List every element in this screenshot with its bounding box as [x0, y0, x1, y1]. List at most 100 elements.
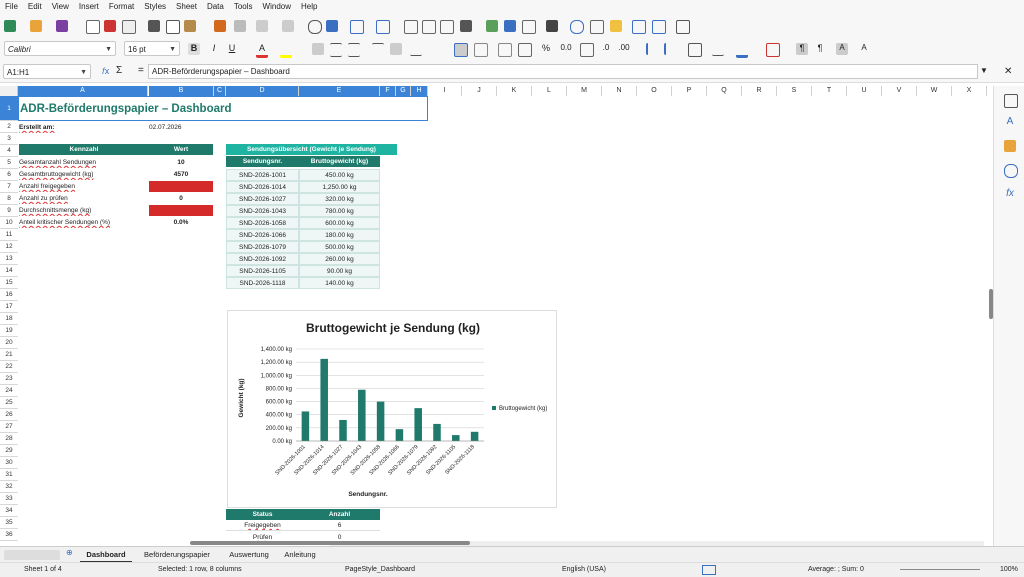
count-header[interactable]: Anzahl — [299, 509, 380, 520]
shipment-weight[interactable]: 140.00 kg — [299, 277, 380, 289]
overview-header-id[interactable]: Sendungsnr. — [226, 156, 299, 167]
shipment-weight[interactable]: 500.00 kg — [299, 241, 380, 253]
shipment-id[interactable]: SND-2026-1027 — [226, 193, 299, 205]
column-header[interactable]: W — [917, 86, 952, 96]
pilcrow-icon[interactable]: ¶ — [796, 43, 808, 55]
row-header[interactable]: 36 — [0, 529, 18, 541]
column-header[interactable]: V — [882, 86, 917, 96]
new-icon[interactable] — [4, 20, 16, 32]
row-header[interactable]: 15 — [0, 277, 18, 289]
menu-help[interactable]: Help — [296, 0, 322, 11]
menu-format[interactable]: Format — [104, 0, 139, 11]
split-window-icon[interactable] — [676, 20, 690, 34]
align-top-icon[interactable] — [372, 43, 384, 56]
sort-descending-icon[interactable] — [440, 20, 454, 34]
row-header[interactable]: 35 — [0, 517, 18, 529]
column-header[interactable]: Q — [707, 86, 742, 96]
row-header[interactable]: 33 — [0, 493, 18, 505]
properties-icon[interactable] — [1004, 94, 1018, 108]
shipment-id[interactable]: SND-2026-1001 — [226, 169, 299, 181]
borders-icon[interactable] — [688, 43, 702, 57]
kpi-label[interactable]: Anzahl freigegeben — [19, 181, 149, 192]
row-header[interactable]: 20 — [0, 337, 18, 349]
decimal-icon[interactable]: 0.0 — [560, 43, 572, 55]
clear-icon[interactable] — [234, 20, 246, 32]
font-size-box[interactable]: 16 pt ▼ — [124, 41, 180, 56]
column-header[interactable]: L — [532, 86, 567, 96]
kpi-header-name[interactable]: Kennzahl — [19, 144, 149, 155]
row-header[interactable]: 12 — [0, 241, 18, 253]
kpi-value[interactable]: 0.0% — [149, 217, 213, 228]
tab-navigation-icon[interactable] — [4, 550, 60, 560]
kpi-label[interactable]: Durchschnittsmenge (kg) — [19, 205, 149, 216]
column-header[interactable]: T — [812, 86, 847, 96]
row-header[interactable]: 25 — [0, 397, 18, 409]
row-header[interactable]: 10 — [0, 217, 18, 229]
comment-icon[interactable] — [590, 20, 604, 34]
add-sheet-icon[interactable]: ⊕ — [66, 548, 73, 557]
column-icon[interactable] — [376, 20, 390, 34]
row-header[interactable]: 14 — [0, 265, 18, 277]
menu-data[interactable]: Data — [202, 0, 229, 11]
row-header[interactable]: 8 — [0, 193, 18, 205]
shipment-id[interactable]: SND-2026-1092 — [226, 253, 299, 265]
kpi-label[interactable]: Anteil kritischer Sendungen (%) — [19, 217, 149, 228]
shipment-id[interactable]: SND-2026-1118 — [226, 277, 299, 289]
shipment-weight[interactable]: 260.00 kg — [299, 253, 380, 265]
row-header[interactable]: 5 — [0, 157, 18, 169]
currency-icon[interactable] — [518, 43, 532, 57]
bold-icon[interactable]: B — [188, 43, 200, 55]
shipment-id[interactable]: SND-2026-1014 — [226, 181, 299, 193]
column-header[interactable]: I — [428, 86, 462, 96]
row-header[interactable]: 18 — [0, 313, 18, 325]
styles-icon[interactable]: A — [1004, 116, 1016, 128]
image-icon[interactable] — [486, 20, 498, 32]
indent-icon[interactable] — [646, 43, 660, 55]
column-header[interactable]: J — [462, 86, 497, 96]
sum-icon[interactable]: Σ — [116, 65, 122, 76]
column-header[interactable]: R — [742, 86, 777, 96]
kpi-value-error[interactable] — [149, 205, 213, 216]
name-box[interactable]: A1:H1 ▼ — [3, 64, 91, 79]
pdf-icon[interactable] — [104, 20, 116, 32]
center-vertically-icon[interactable] — [390, 43, 402, 55]
row-header[interactable]: 21 — [0, 349, 18, 361]
row-header[interactable]: 4 — [0, 145, 18, 157]
status-header[interactable]: Status — [226, 509, 299, 520]
headers-icon[interactable] — [610, 20, 622, 32]
chevron-down-icon[interactable]: ▼ — [105, 42, 112, 57]
conditional-icon[interactable] — [766, 43, 780, 57]
open-icon[interactable] — [30, 20, 42, 32]
shipment-id[interactable]: SND-2026-1066 — [226, 229, 299, 241]
column-header[interactable]: E — [299, 86, 380, 96]
shipment-id[interactable]: SND-2026-1043 — [226, 205, 299, 217]
chart-icon[interactable] — [504, 20, 516, 32]
row-icon[interactable] — [350, 20, 364, 34]
percent-icon[interactable]: % — [540, 43, 552, 55]
zoom-level[interactable]: 100% — [1000, 566, 1018, 573]
row-header[interactable]: 13 — [0, 253, 18, 265]
shipment-id[interactable]: SND-2026-1058 — [226, 217, 299, 229]
find-icon[interactable] — [308, 20, 322, 34]
row-header[interactable]: 26 — [0, 409, 18, 421]
shipment-weight[interactable]: 600.00 kg — [299, 217, 380, 229]
align-right-icon[interactable] — [348, 43, 360, 57]
tab-beförderungspapier[interactable]: Beförderungspapier — [134, 549, 220, 561]
created-value[interactable]: 02.07.2026 — [149, 122, 209, 133]
row-header[interactable]: 23 — [0, 373, 18, 385]
column-header[interactable]: U — [847, 86, 882, 96]
cut-icon[interactable] — [148, 20, 160, 32]
shipment-id[interactable]: SND-2026-1105 — [226, 265, 299, 277]
number-format-icon[interactable] — [498, 43, 512, 57]
row-header[interactable]: 1 — [0, 96, 18, 121]
function-wizard-icon[interactable]: 𝑓x — [102, 66, 109, 77]
created-label[interactable]: Erstellt am: — [19, 122, 139, 133]
row-header[interactable]: 2 — [0, 121, 18, 133]
kpi-value[interactable]: 0 — [149, 193, 213, 204]
print-icon[interactable] — [122, 20, 136, 34]
row-header[interactable]: 31 — [0, 469, 18, 481]
selection-mode-icon[interactable] — [702, 565, 716, 575]
overview-header-weight[interactable]: Bruttogewicht (kg) — [299, 156, 380, 167]
row-header[interactable]: 34 — [0, 505, 18, 517]
highlight-icon[interactable] — [280, 43, 292, 58]
